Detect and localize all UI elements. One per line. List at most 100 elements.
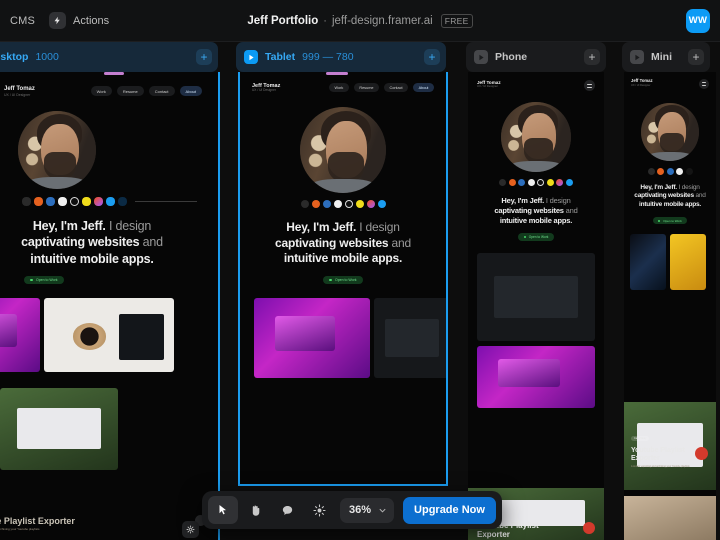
add-breakpoint-tablet[interactable]: + (424, 49, 440, 65)
gallery-item[interactable] (477, 253, 595, 341)
frame-desktop[interactable]: Jeff Tomaz UX / UI Designer Work Resume … (0, 72, 218, 540)
hero-line-2: captivating websites (275, 236, 388, 250)
hero-line-1-dim: I design (677, 184, 700, 191)
plan-badge: FREE (441, 14, 473, 28)
play-icon[interactable] (474, 50, 488, 64)
gallery-item[interactable] (477, 346, 595, 408)
breakpoint-name-tablet: Tablet (265, 51, 295, 63)
open-to-work-badge[interactable]: Open to Work (24, 276, 64, 284)
gallery-item[interactable] (374, 298, 446, 378)
mini-bottom-image[interactable] (624, 496, 716, 540)
gallery-item[interactable] (630, 234, 666, 290)
tablet-nav-pills: Work Resume Contact About (329, 83, 434, 92)
frame-drag-line[interactable] (218, 308, 220, 418)
html5-icon (657, 168, 664, 175)
comment-tool[interactable] (272, 496, 302, 524)
add-breakpoint-phone[interactable]: + (584, 49, 600, 65)
breakpoint-tab-desktop[interactable]: Desktop 1000 + (0, 42, 218, 72)
cursor-icon (217, 504, 229, 516)
title-separator: · (323, 15, 327, 27)
figma-icon (367, 200, 375, 208)
portrait-photo (641, 103, 699, 161)
theme-tool[interactable] (304, 496, 334, 524)
nav-item-about[interactable]: About (413, 83, 434, 92)
award-seal (583, 522, 595, 534)
breakpoint-tab-tablet[interactable]: Tablet 999 — 780 + (236, 42, 446, 72)
hero-line-1-dim: I design (544, 196, 571, 205)
frame-resize-nub[interactable] (104, 72, 124, 75)
open-to-work-badge[interactable]: Open to Work (653, 217, 687, 224)
frame-tablet[interactable]: Jeff Tomaz UX / UI Designer Work Resume … (240, 72, 446, 484)
mini-project-card[interactable]: Case Study Youtube Playlist Exporter A t… (624, 402, 716, 490)
actions-label: Actions (73, 15, 109, 27)
gallery-item[interactable] (0, 388, 118, 470)
hamburger-menu-icon[interactable] (584, 80, 595, 91)
brand-name: Jeff Tomaz (4, 86, 35, 93)
zoom-level-select[interactable]: 36% (340, 498, 394, 523)
breakpoint-tab-phone[interactable]: Phone + (466, 42, 606, 72)
javascript-icon (547, 179, 554, 186)
hamburger-menu-icon[interactable] (699, 79, 709, 89)
document-title[interactable]: Jeff Portfolio (247, 15, 318, 27)
open-to-work-badge[interactable]: Open to Work (323, 276, 363, 284)
breakpoint-tab-mini[interactable]: Mini + (622, 42, 710, 72)
nav-item-contact[interactable]: Contact (384, 83, 408, 92)
frame-resize-nub[interactable] (326, 72, 348, 75)
nav-item-work[interactable]: Work (91, 86, 112, 96)
brand-subtitle: UX / UI Designer (252, 89, 280, 93)
framer-icon (106, 197, 115, 206)
hero-line-1: Hey, I'm Jeff. (33, 219, 106, 233)
design-canvas[interactable]: Jeff Tomaz UX / UI Designer Work Resume … (0, 72, 720, 540)
hero-line-1-row: Hey, I'm Jeff. I design (631, 184, 709, 192)
nav-item-contact[interactable]: Contact (149, 86, 175, 96)
upgrade-now-button[interactable]: Upgrade Now (403, 497, 496, 524)
open-to-work-badge[interactable]: Open to Work (518, 233, 554, 241)
nav-item-resume[interactable]: Resume (354, 83, 379, 92)
add-breakpoint-desktop[interactable]: + (196, 49, 212, 65)
frame-phone[interactable]: Jeff Tomaz UX / UI Designer (468, 72, 604, 540)
document-url[interactable]: jeff-design.framer.ai (332, 15, 433, 27)
hero-line-1: Hey, I'm Jeff. (501, 196, 544, 205)
canvas-settings-button[interactable] (182, 521, 199, 538)
cursor-tool[interactable] (208, 496, 238, 524)
frame-mini[interactable]: Jeff Tomaz UX / UI Designer Hey, I'm (624, 72, 716, 540)
hero-line-2-row: captivating websites and (477, 206, 595, 216)
phone-page: Jeff Tomaz UX / UI Designer (468, 72, 604, 540)
hero-line-2-dim: and (694, 192, 706, 199)
nav-item-about[interactable]: About (180, 86, 202, 96)
breakpoint-strip: Desktop 1000 + Tablet 999 — 780 + Phone … (0, 42, 720, 72)
play-icon[interactable] (630, 50, 644, 64)
sketch-icon (676, 168, 683, 175)
portrait-photo (300, 107, 386, 193)
avatar[interactable]: WW (686, 9, 710, 33)
bolt-icon (49, 12, 66, 29)
nav-item-resume[interactable]: Resume (117, 86, 144, 96)
notion-icon (499, 179, 506, 186)
nav-item-work[interactable]: Work (329, 83, 349, 92)
gallery-item[interactable] (254, 298, 370, 378)
gallery-item[interactable] (0, 298, 40, 372)
notion-icon (301, 200, 309, 208)
desktop-nav: Jeff Tomaz UX / UI Designer Work Resume … (0, 72, 218, 97)
css3-icon (323, 200, 331, 208)
hero-line-2-dim: and (388, 236, 411, 250)
award-seal (695, 447, 708, 460)
brand-subtitle: UX / UI Designer (4, 93, 35, 97)
add-breakpoint-mini[interactable]: + (688, 49, 704, 65)
gallery-item[interactable] (624, 496, 716, 540)
gallery-item[interactable] (670, 234, 706, 290)
play-icon[interactable] (244, 50, 258, 64)
mini-page: Jeff Tomaz UX / UI Designer Hey, I'm (624, 72, 716, 540)
github-icon (70, 197, 79, 206)
mini-tech-row (624, 168, 716, 175)
status-dot (524, 236, 526, 238)
cms-button[interactable]: CMS (10, 15, 35, 27)
javascript-icon (356, 200, 364, 208)
actions-button[interactable]: Actions (49, 12, 109, 29)
desktop-lower-gallery (0, 388, 218, 470)
sun-icon (313, 504, 326, 517)
javascript-icon (82, 197, 91, 206)
gallery-item[interactable] (44, 298, 174, 372)
hand-icon (249, 504, 262, 517)
hand-tool[interactable] (240, 496, 270, 524)
